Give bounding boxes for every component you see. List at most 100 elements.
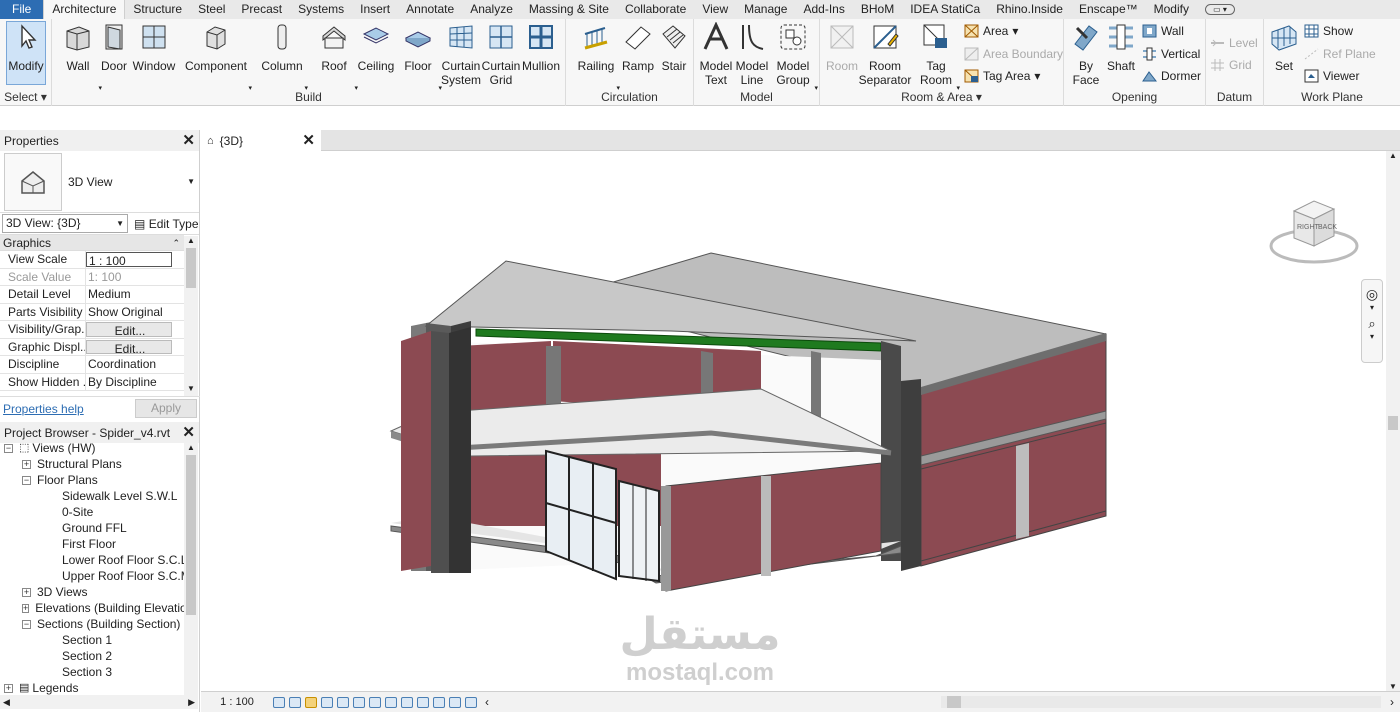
area-boundary-button[interactable]: Area Boundary <box>964 47 1063 61</box>
tree-lower-roof[interactable]: Lower Roof Floor S.C.L <box>62 552 187 568</box>
tab-massing-site[interactable]: Massing & Site <box>521 0 617 19</box>
close-icon[interactable]: ✕ <box>182 425 195 440</box>
model-line-button[interactable]: Model Line <box>732 22 772 87</box>
steering-wheel-icon[interactable]: ◎ <box>1362 286 1382 303</box>
room-area-dropdown[interactable]: Room & Area ▾ <box>820 90 1063 104</box>
set-work-plane-button[interactable]: Set <box>1266 22 1302 73</box>
properties-help-link[interactable]: Properties help <box>3 402 84 416</box>
tab-view[interactable]: View <box>694 0 736 19</box>
viewport-hscrollbar[interactable] <box>941 696 1381 708</box>
sun-path-icon[interactable] <box>305 696 317 708</box>
select-dropdown[interactable]: Select ▾ <box>0 90 51 104</box>
scroll-thumb[interactable] <box>947 696 961 708</box>
analytical-model-icon[interactable] <box>465 696 477 708</box>
tab-add-ins[interactable]: Add-Ins <box>795 0 852 19</box>
show-crop-icon[interactable] <box>369 696 381 708</box>
tree-3d-views[interactable]: +3D Views <box>22 584 87 600</box>
scroll-left-icon[interactable]: ‹ <box>485 695 489 709</box>
tab-insert[interactable]: Insert <box>352 0 398 19</box>
group-graphics[interactable]: Graphics ⌃ <box>0 235 184 251</box>
ceiling-button[interactable]: Ceiling <box>356 22 396 73</box>
tree-0-site[interactable]: 0-Site <box>62 504 93 520</box>
grid-button[interactable]: Grid <box>1210 58 1252 72</box>
vertical-opening-button[interactable]: Vertical <box>1142 47 1200 61</box>
viewer-button[interactable]: Viewer <box>1304 69 1359 83</box>
view-scale-button[interactable]: 1 : 100 <box>201 696 273 708</box>
tree-floor-plans[interactable]: − Floor Plans <box>22 472 98 488</box>
apply-button[interactable]: Apply <box>135 399 197 418</box>
browser-hscrollbar[interactable]: ◀ ▶ <box>0 695 198 709</box>
curtain-system-button[interactable]: Curtain System <box>440 22 482 87</box>
tab-analyze[interactable]: Analyze <box>462 0 521 19</box>
temporary-hide-icon[interactable] <box>401 696 413 708</box>
tree-sections[interactable]: − Sections (Building Section) <box>22 616 180 632</box>
scroll-right-icon[interactable]: › <box>1390 695 1394 709</box>
chevron-down-icon[interactable]: ▾ <box>1362 303 1382 312</box>
tree-first-floor[interactable]: First Floor <box>62 536 116 552</box>
area-button[interactable]: Area ▾ <box>964 24 1018 38</box>
ref-plane-button[interactable]: Ref Plane <box>1304 47 1376 61</box>
tree-sidewalk-level[interactable]: Sidewalk Level S.W.L <box>62 488 177 504</box>
ribbon-toggle[interactable]: ▭ ▾ <box>1197 0 1243 19</box>
view-selector[interactable]: 3D View: {3D} ▼ <box>2 214 128 233</box>
model-group-button[interactable]: Model Group ▾ <box>772 22 818 92</box>
tree-upper-roof[interactable]: Upper Roof Floor S.C.M <box>62 568 191 584</box>
tab-steel[interactable]: Steel <box>190 0 233 19</box>
shaft-button[interactable]: Shaft <box>1104 22 1138 73</box>
close-icon[interactable]: ✕ <box>302 133 315 148</box>
view-cube[interactable]: RIGHT BACK <box>1267 191 1362 271</box>
level-button[interactable]: Level <box>1210 36 1258 50</box>
tab-bhom[interactable]: BHoM <box>853 0 902 19</box>
detail-level-value[interactable]: Medium <box>86 286 184 303</box>
tab-collaborate[interactable]: Collaborate <box>617 0 694 19</box>
by-face-button[interactable]: By Face <box>1068 22 1104 87</box>
zoom-icon[interactable]: ⌕ <box>1362 316 1382 332</box>
roof-button[interactable]: Roof ▾ <box>314 22 358 92</box>
tab-manage[interactable]: Manage <box>736 0 795 19</box>
window-button[interactable]: Window <box>132 22 176 73</box>
reveal-hidden-icon[interactable] <box>417 696 429 708</box>
tree-views[interactable]: − ⬚ Views (HW) <box>4 440 96 456</box>
dormer-opening-button[interactable]: Dormer <box>1142 69 1201 83</box>
lock-view-icon[interactable] <box>385 696 397 708</box>
wall-opening-button[interactable]: Wall <box>1142 24 1184 38</box>
scroll-thumb[interactable] <box>186 455 196 615</box>
tab-modify[interactable]: Modify <box>1146 0 1197 19</box>
worksharing-icon[interactable] <box>449 696 461 708</box>
edit-type-button[interactable]: ▤ Edit Type <box>134 217 199 231</box>
floor-button[interactable]: Floor ▾ <box>398 22 442 92</box>
viewport-vscrollbar[interactable]: ▲ ▼ <box>1386 151 1400 691</box>
tree-section-1[interactable]: Section 1 <box>62 632 112 648</box>
tree-ground-ffl[interactable]: Ground FFL <box>62 520 127 536</box>
scroll-thumb[interactable] <box>186 248 196 288</box>
browser-scrollbar[interactable]: ▲ <box>184 443 198 695</box>
tree-structural-plans[interactable]: + Structural Plans <box>22 456 122 472</box>
door-button[interactable]: Door <box>98 22 130 73</box>
wall-button[interactable]: Wall ▾ <box>58 22 102 92</box>
show-hidden-value[interactable]: By Discipline <box>86 374 184 391</box>
view-tab-3d[interactable]: ⌂ {3D} ✕ <box>201 130 321 151</box>
scroll-thumb[interactable] <box>1388 416 1398 430</box>
mullion-button[interactable]: Mullion <box>520 22 562 73</box>
crop-view-icon[interactable] <box>353 696 365 708</box>
tree-legends[interactable]: + ▤ Legends <box>4 680 78 696</box>
shadows-icon[interactable] <box>321 696 333 708</box>
tab-file[interactable]: File <box>0 0 44 19</box>
modify-button[interactable]: Modify <box>6 21 46 85</box>
model-text-button[interactable]: Model Text <box>696 21 736 87</box>
tab-architecture[interactable]: Architecture <box>43 0 126 19</box>
tag-room-button[interactable]: Tag Room ▾ <box>916 22 960 92</box>
column-button[interactable]: Column ▾ <box>260 22 308 92</box>
tab-rhino-inside[interactable]: Rhino.Inside <box>988 0 1071 19</box>
parts-visibility-value[interactable]: Show Original <box>86 304 184 321</box>
visibility-edit-button[interactable]: Edit... <box>86 322 172 337</box>
room-button[interactable]: Room <box>822 22 862 73</box>
tab-enscape[interactable]: Enscape™ <box>1071 0 1146 19</box>
room-separator-button[interactable]: Room Separator <box>858 22 912 87</box>
tag-area-button[interactable]: Tag Area ▾ <box>964 69 1040 83</box>
type-selector[interactable]: 3D View ▼ <box>0 151 199 213</box>
tab-structure[interactable]: Structure <box>125 0 190 19</box>
temporary-properties-icon[interactable] <box>433 696 445 708</box>
tab-precast[interactable]: Precast <box>233 0 290 19</box>
close-icon[interactable]: ✕ <box>182 133 195 148</box>
